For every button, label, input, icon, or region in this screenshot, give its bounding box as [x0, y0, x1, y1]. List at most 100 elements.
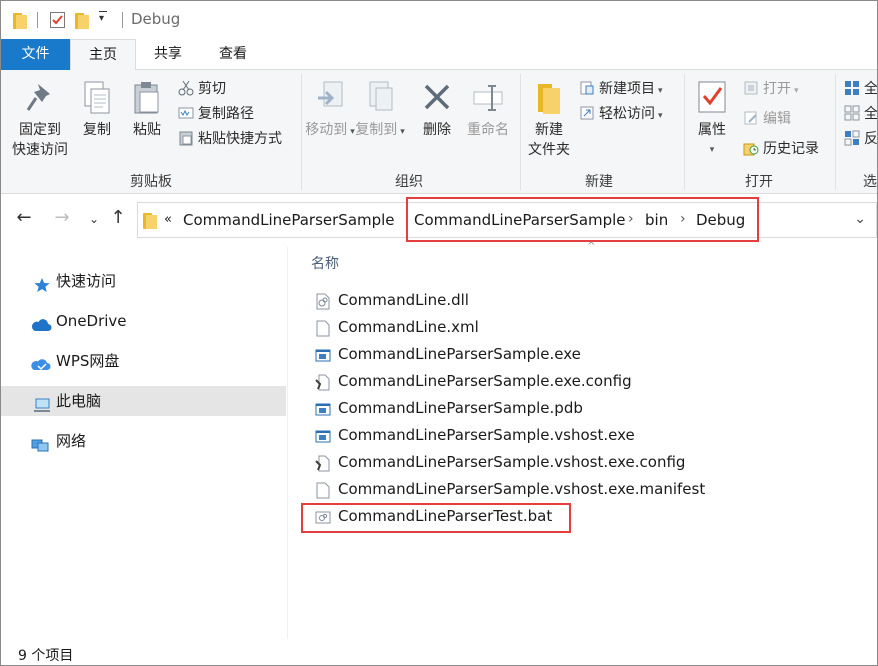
select-none-button[interactable]: 全 [844, 102, 877, 126]
file-row[interactable]: CommandLineParserSample.vshost.exe.confi… [311, 449, 711, 476]
copy-to-button[interactable]: 复制到 ▾ [355, 80, 405, 142]
nav-item-wps[interactable]: WPS网盘 [1, 346, 286, 376]
properties-label: 属性 [698, 122, 726, 138]
copy-path-button[interactable]: 复制路径 [178, 102, 254, 126]
edit-label: 编辑 [763, 111, 791, 127]
easy-access-button[interactable]: 轻松访问 ▾ [579, 102, 663, 126]
pane-divider[interactable] [287, 247, 288, 639]
new-folder-icon [533, 80, 565, 116]
rename-label: 重命名 [467, 122, 509, 138]
quick-access-toolbar-dropdown-icon[interactable]: ▾ [99, 13, 104, 24]
select-all-button[interactable]: 全 [844, 77, 878, 101]
computer-icon [33, 393, 51, 412]
back-arrow-icon[interactable]: ← [13, 207, 35, 228]
file-name: CommandLine.xml [338, 318, 479, 336]
status-bar: 9 个项目 [1, 639, 877, 665]
edit-pencil-icon [743, 110, 759, 126]
breadcrumb-chevron-icon[interactable]: › [628, 211, 634, 227]
nav-item-label: OneDrive [56, 312, 127, 330]
title-divider [37, 12, 38, 28]
new-item-button[interactable]: 新建项目 ▾ [579, 77, 663, 101]
nav-item-label: WPS网盘 [56, 352, 120, 370]
file-name: CommandLineParserTest.bat [338, 507, 553, 525]
clipboard-group-label: 剪贴板 [130, 174, 172, 190]
file-name: CommandLineParserSample.vshost.exe.confi… [338, 453, 686, 471]
file-row[interactable]: CommandLineParserSample.pdb [311, 395, 711, 422]
select-group-label: 选 [863, 174, 877, 190]
invert-selection-icon [844, 130, 860, 146]
file-row[interactable]: CommandLine.dll [311, 287, 711, 314]
file-row[interactable]: CommandLineParserSample.exe.config [311, 368, 711, 395]
nav-item-network[interactable]: 网络 [1, 426, 286, 456]
invert-selection-label: 反 [864, 131, 878, 147]
recent-locations-chevron-icon[interactable]: ⌄ [83, 212, 105, 226]
properties-quick-icon[interactable] [50, 12, 65, 28]
select-none-icon [844, 105, 860, 121]
new-folder-quick-icon[interactable] [75, 13, 89, 29]
network-icon [31, 433, 49, 452]
breadcrumb-item-current[interactable]: Debug [696, 211, 745, 229]
select-all-label: 全 [864, 81, 878, 97]
copy-path-label: 复制路径 [198, 106, 254, 122]
edit-button[interactable]: 编辑 [743, 107, 791, 131]
copy-to-icon [364, 80, 396, 116]
paste-shortcut-button[interactable]: 粘贴快捷方式 [178, 127, 282, 151]
file-name: CommandLineParserSample.vshost.exe [338, 426, 635, 444]
sort-ascending-icon: ^ [587, 241, 596, 252]
history-button[interactable]: 历史记录 [743, 137, 819, 161]
tab-share[interactable]: 共享 [136, 39, 200, 70]
copy-button[interactable]: 复制 [77, 80, 117, 140]
file-row[interactable]: CommandLineParserSample.vshost.exe [311, 422, 711, 449]
file-row[interactable]: CommandLineParserSample.exe [311, 341, 711, 368]
cut-button[interactable]: 剪切 [178, 77, 226, 101]
paste-label: 粘贴 [133, 122, 161, 138]
file-row[interactable]: CommandLineParserSample.vshost.exe.manif… [311, 476, 711, 503]
breadcrumb-item[interactable]: CommandLineParserSample [183, 211, 395, 229]
breadcrumb-overflow[interactable]: « [164, 212, 172, 227]
tab-view[interactable]: 查看 [200, 39, 266, 70]
open-button[interactable]: 打开 ▾ [743, 77, 799, 101]
bat-file-icon [315, 508, 331, 525]
invert-selection-button[interactable]: 反 [844, 127, 878, 151]
column-header-name[interactable]: 名称 [311, 253, 339, 273]
pin-icon [24, 80, 56, 116]
up-arrow-icon[interactable]: ↑ [107, 207, 129, 228]
copy-label: 复制 [83, 122, 111, 138]
history-icon [743, 140, 759, 156]
new-item-icon [579, 80, 595, 96]
forward-arrow-icon[interactable]: → [51, 207, 73, 228]
copy-path-icon [178, 105, 194, 121]
paste-button[interactable]: 粘贴 [125, 80, 169, 140]
copy-icon [81, 80, 113, 116]
pdb-file-icon [315, 400, 331, 417]
rename-button[interactable]: 重命名 [461, 80, 515, 140]
file-row[interactable]: CommandLineParserTest.bat [311, 503, 711, 530]
new-folder-button[interactable]: 新建 文件夹 [525, 80, 573, 160]
config-file-icon [315, 373, 331, 391]
ribbon: 固定到 快速访问 复制 粘贴 剪切 复制路径 粘贴快捷方式 剪贴板 移动到 ▾ … [1, 70, 877, 194]
exe-file-icon [315, 427, 331, 444]
nav-item-label: 网络 [56, 432, 87, 450]
nav-item-quick-access[interactable]: 快速访问 [1, 266, 286, 296]
breadcrumb-item[interactable]: bin [645, 211, 668, 229]
dll-file-icon [315, 292, 331, 310]
move-to-button[interactable]: 移动到 ▾ [305, 80, 355, 142]
open-icon [743, 80, 759, 96]
delete-button[interactable]: 删除 [417, 80, 457, 140]
move-to-icon [314, 80, 346, 116]
nav-item-this-pc[interactable]: 此电脑 [1, 386, 286, 416]
navigation-bar: ← → ⌄ ↑ « CommandLineParserSample Comman… [1, 195, 877, 247]
address-bar[interactable]: « CommandLineParserSample CommandLinePar… [137, 202, 877, 238]
pin-to-quick-access-button[interactable]: 固定到 快速访问 [7, 80, 73, 160]
history-label: 历史记录 [763, 141, 819, 157]
exe-file-icon [315, 346, 331, 363]
file-row[interactable]: CommandLine.xml [311, 314, 711, 341]
paste-shortcut-icon [178, 130, 194, 146]
nav-item-onedrive[interactable]: OneDrive [1, 306, 286, 336]
properties-button[interactable]: 属性 ▾ [689, 80, 735, 160]
tab-home[interactable]: 主页 [70, 39, 136, 71]
address-dropdown-chevron-icon[interactable]: ⌄ [854, 211, 866, 227]
breadcrumb-chevron-icon[interactable]: › [680, 211, 686, 227]
tab-file[interactable]: 文件 [1, 39, 70, 70]
breadcrumb-item[interactable]: CommandLineParserSample [414, 211, 626, 229]
